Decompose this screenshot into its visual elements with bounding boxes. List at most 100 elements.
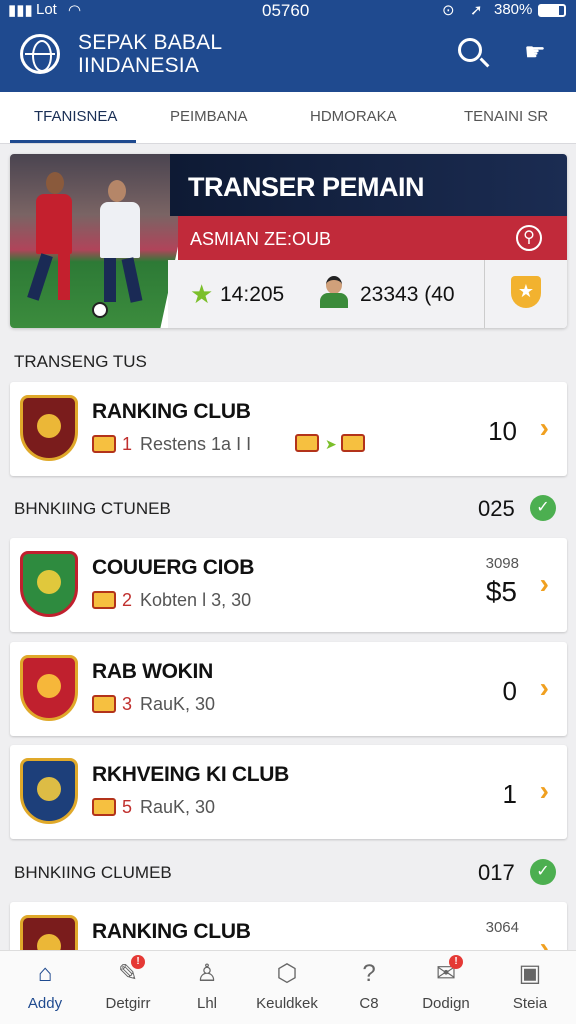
arrow-icon: ➤ bbox=[325, 436, 337, 452]
player-leg bbox=[27, 253, 53, 301]
nav-label: Detgirr bbox=[105, 995, 151, 1012]
club-top-value: 3098 bbox=[485, 555, 519, 572]
clock: 05760 bbox=[262, 1, 310, 20]
whistle-icon[interactable]: ⚲ bbox=[516, 225, 542, 251]
club-subtitle-row: 1 Restens 1a I I bbox=[92, 434, 251, 455]
club-card[interactable]: RKHVEING KI CLUB 5 RauK, 30 1 › bbox=[10, 745, 567, 839]
section-value: 025 bbox=[478, 496, 515, 521]
player-white-kit bbox=[100, 202, 140, 258]
question-icon: ? bbox=[362, 960, 376, 987]
chevron-right-icon[interactable]: › bbox=[540, 414, 549, 442]
nav-item-dodign[interactable]: ✉! Dodign bbox=[406, 955, 486, 1012]
banner-stat-2: 23343 (40 bbox=[360, 283, 455, 306]
notification-badge: ! bbox=[131, 955, 145, 969]
app-title-line1: SEPAK BABAL bbox=[78, 31, 223, 54]
club-top-value: 3064 bbox=[485, 919, 519, 936]
hand-icon[interactable]: ☛ bbox=[520, 38, 550, 68]
club-crest-icon bbox=[20, 758, 78, 824]
nav-label: C8 bbox=[359, 995, 379, 1012]
bottom-nav: ⌂ Addy ✎! Detgirr ♙ Lhl ⬡ Keuldkek ? C8 … bbox=[0, 950, 576, 1024]
transfer-banner[interactable]: TRANSER PEMAIN ASMIAN ZE:OUB ⚲ ★ 14:205 … bbox=[10, 154, 567, 328]
ball-icon: ⬡ bbox=[276, 960, 298, 987]
rank-badge-icon bbox=[92, 591, 116, 609]
club-name: RKHVEING KI CLUB bbox=[92, 763, 290, 786]
notification-badge: ! bbox=[449, 955, 463, 969]
section-label: BHNKIING CTUNEB bbox=[14, 499, 171, 518]
nav-label: Steia bbox=[512, 995, 548, 1012]
club-subtitle-row: 5 RauK, 30 bbox=[92, 797, 215, 818]
mail-icon: ✉! bbox=[431, 955, 463, 989]
club-crest-icon bbox=[20, 395, 78, 461]
chat-icon: ▣ bbox=[518, 960, 542, 987]
section-label: BHNKIING CLUMEB bbox=[14, 863, 172, 882]
check-icon: ✓ bbox=[530, 859, 556, 885]
rank-badge-icon bbox=[92, 798, 116, 816]
battery-icon bbox=[538, 4, 566, 17]
club-crest-icon bbox=[20, 655, 78, 721]
club-rank: 1 bbox=[122, 434, 133, 454]
club-rank: 5 bbox=[122, 797, 133, 817]
club-subtitle: Kobten l 3, 30 bbox=[140, 590, 252, 610]
app-title: SEPAK BABAL IINDANESIA bbox=[78, 31, 222, 77]
signal-icon: ▮▮▮ bbox=[8, 2, 33, 19]
nav-item-detgirr[interactable]: ✎! Detgirr bbox=[88, 955, 168, 1012]
location-icon: ⊙ bbox=[442, 2, 455, 19]
status-bar: ▮▮▮ Lot ◠ 05760 ⊙ ➚ 380% bbox=[0, 0, 576, 22]
tab-bar: TFANISNEA PEIMBANA HDMORAKA TENAINI SR bbox=[0, 92, 576, 144]
home-icon: ⌂ bbox=[37, 960, 53, 987]
banner-stat-1: 14:205 bbox=[220, 283, 285, 306]
player-avatar-icon bbox=[318, 276, 348, 308]
club-card[interactable]: COUUERG CIOB 2 Kobten l 3, 30 3098 $5 › bbox=[10, 538, 567, 632]
active-tab-indicator bbox=[10, 140, 136, 143]
star-icon: ★ bbox=[190, 279, 214, 309]
banner-title: TRANSER PEMAIN bbox=[188, 172, 425, 202]
nav-label: Keuldkek bbox=[256, 995, 318, 1012]
nav-label: Lhl bbox=[196, 995, 218, 1012]
nav-item-steia[interactable]: ▣ Steia bbox=[490, 959, 570, 1012]
player-red-kit bbox=[36, 194, 72, 254]
star-badge-icon[interactable]: ★ bbox=[511, 276, 541, 308]
club-name: RANKING CLUB bbox=[92, 920, 251, 943]
app-header: ▮▮▮ Lot ◠ 05760 ⊙ ➚ 380% SEPAK BABAL IIN… bbox=[0, 0, 576, 92]
rank-badge-icon bbox=[92, 435, 116, 453]
search-icon[interactable] bbox=[458, 38, 482, 62]
club-subtitle-row: 2 Kobten l 3, 30 bbox=[92, 590, 251, 611]
club-value: 10 bbox=[488, 416, 517, 446]
rank-badge-icon bbox=[295, 434, 319, 452]
nav-item-addy[interactable]: ⌂ Addy bbox=[5, 959, 85, 1012]
tab-tenaini-sr[interactable]: TENAINI SR bbox=[464, 108, 548, 125]
chevron-right-icon[interactable]: › bbox=[540, 674, 549, 702]
chevron-right-icon[interactable]: › bbox=[540, 570, 549, 598]
carrier-label: Lot bbox=[36, 1, 57, 18]
banner-subtitle: ASMIAN ZE:OUB bbox=[190, 229, 332, 249]
nav-label: Dodign bbox=[422, 995, 470, 1012]
nav-item-lhl[interactable]: ♙ Lhl bbox=[167, 959, 247, 1012]
club-subtitle-row: 3 RauK, 30 bbox=[92, 694, 215, 715]
section-value: 017 bbox=[478, 860, 515, 885]
club-subtitle: Restens 1a I I bbox=[140, 434, 252, 454]
club-value: $5 bbox=[485, 576, 517, 607]
club-name: COUUERG CIOB bbox=[92, 556, 255, 579]
nav-item-keuldkek[interactable]: ⬡ Keuldkek bbox=[247, 959, 327, 1012]
transfer-indicator: ➤ bbox=[295, 434, 371, 454]
battery-label: 380% bbox=[494, 1, 533, 18]
chevron-right-icon[interactable]: › bbox=[540, 777, 549, 805]
tab-peimbana[interactable]: PEIMBANA bbox=[170, 108, 248, 125]
app-title-line2: IINDANESIA bbox=[78, 54, 200, 77]
nav-item-c8[interactable]: ? C8 bbox=[329, 959, 409, 1012]
person-icon: ♙ bbox=[196, 960, 218, 987]
football-icon bbox=[92, 302, 108, 318]
club-value: 0 bbox=[502, 676, 517, 706]
tab-hdmoraka[interactable]: HDMORAKA bbox=[310, 108, 397, 125]
tab-tfanisnea[interactable]: TFANISNEA bbox=[34, 108, 117, 125]
whistle-icon: ✎! bbox=[113, 955, 145, 989]
player-leg bbox=[58, 254, 70, 300]
club-subtitle: RauK, 30 bbox=[140, 694, 216, 714]
club-value: 1 bbox=[502, 779, 517, 809]
club-card[interactable]: RANKING CLUB 1 Restens 1a I I ➤ 10 › bbox=[10, 382, 567, 476]
player-head bbox=[108, 180, 126, 202]
player-head bbox=[46, 172, 64, 194]
player-leg bbox=[121, 257, 143, 303]
check-icon: ✓ bbox=[530, 495, 556, 521]
club-card[interactable]: RAB WOKIN 3 RauK, 30 0 › bbox=[10, 642, 567, 736]
